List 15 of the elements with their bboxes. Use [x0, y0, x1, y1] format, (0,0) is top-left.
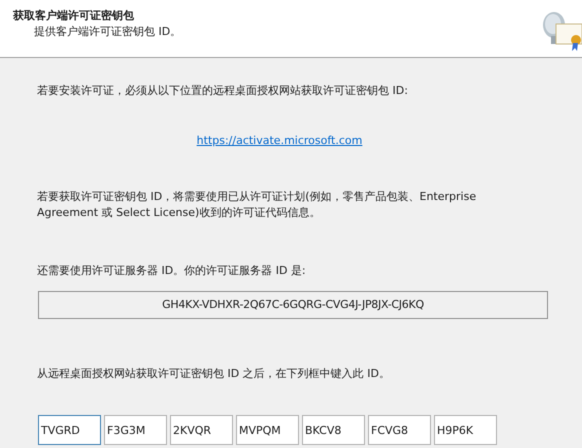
header-title: 获取客户端许可证密钥包: [13, 8, 135, 24]
server-id-field: GH4KX-VDHXR-2Q67C-6GQRG-CVG4J-JP8JX-CJ6KQ: [38, 291, 548, 319]
header-subtitle: 提供客户端许可证密钥包 ID。: [33, 24, 182, 40]
key-input-field[interactable]: TVGRD: [38, 415, 101, 445]
intro-text: 若要安装许可证，必须从以下位置的远程桌面授权网站获取许可证密钥包 ID:: [37, 83, 409, 99]
key-input-field[interactable]: F3G3M: [104, 415, 167, 445]
server-id-label: 还需要使用许可证服务器 ID。你的许可证服务器 ID 是:: [37, 263, 307, 279]
key-input-field[interactable]: FCVG8: [368, 415, 431, 445]
key-input-field[interactable]: BKCV8: [302, 415, 365, 445]
info-text: 若要获取许可证密钥包 ID，将需要使用已从许可证计划(例如，零售产品包装、Enterprise Agreement 或 Select License)收到的许可证代码信息。: [37, 189, 478, 221]
key-input-field[interactable]: H9P6K: [434, 415, 497, 445]
key-input-field[interactable]: MVPQM: [236, 415, 299, 445]
key-input-field[interactable]: 2KVQR: [170, 415, 233, 445]
entry-instruction: 从远程桌面授权网站获取许可证密钥包 ID 之后，在下列框中键入此 ID。: [37, 366, 391, 382]
activation-link[interactable]: https://activate.microsoft.com: [196, 133, 362, 149]
